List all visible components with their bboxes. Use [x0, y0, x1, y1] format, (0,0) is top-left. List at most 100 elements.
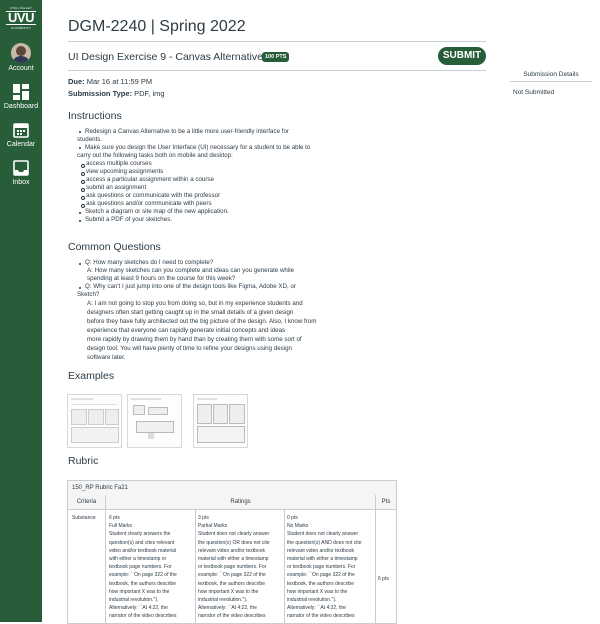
example-image-thumbnail[interactable]: [67, 394, 122, 448]
rating-desc-line: example: ``On page 322 of the: [198, 572, 266, 579]
question-text: Q: How many sketches do I need to comple…: [85, 259, 214, 266]
instructions-item-cont: students.: [77, 136, 103, 143]
rating-desc-line: textbook page numbers. For: [109, 564, 172, 571]
submission-type-value: PDF, img: [134, 89, 165, 98]
instructions-item: Redesign a Canvas Alternative to be a li…: [77, 128, 289, 136]
due-date-row: Due: Mar 16 at 11:59 PM: [68, 77, 152, 86]
instructions-subitem: ask questions or communicate with the pr…: [86, 192, 221, 199]
bullet-dot: [79, 287, 81, 289]
logo-bottom-text: UNIVERSITY: [10, 26, 31, 30]
rating-desc-line: or textbook page numbers. For: [287, 564, 356, 571]
submission-status: Not Submitted: [513, 89, 555, 96]
bullet-dot: [79, 263, 81, 265]
common-questions-heading: Common Questions: [68, 241, 161, 253]
rating-desc-line: Alternatively: ``At 4:22, the: [109, 605, 168, 612]
instructions-item: Make sure you design the User Interface …: [85, 144, 311, 151]
rubric-name: 150_RP Rubric Fa21: [68, 481, 396, 496]
rating-title: No Marks: [287, 523, 309, 530]
examples-heading: Examples: [68, 370, 115, 382]
bullet-dot: [79, 147, 81, 149]
criterion-points: 6 pts: [378, 576, 389, 582]
example-image-thumbnail[interactable]: [127, 394, 182, 448]
rating-desc-line: textbook, the authors describe: [198, 580, 265, 587]
instructions-heading: Instructions: [68, 110, 122, 122]
rating-desc-line: how important X was to the: [109, 588, 170, 595]
course-title: DGM-2240 | Spring 2022: [68, 18, 246, 35]
example-image-thumbnail[interactable]: [193, 394, 248, 448]
title-divider: [68, 70, 486, 71]
bullet-dot: [81, 180, 85, 184]
rating-desc-line: industrial revolution.'').: [287, 597, 337, 604]
rating-points: 6 pts: [109, 515, 120, 521]
instructions-item-cont: carry out the following tasks both on mo…: [77, 152, 233, 159]
rating-title: Partial Marks: [198, 523, 228, 530]
assignment-title: UI Design Exercise 9 - Canvas Alternativ…: [68, 51, 263, 63]
logo-main-text: UVU: [6, 11, 36, 25]
rating-desc-line: how important X was to the: [287, 588, 348, 595]
nav-dashboard[interactable]: Dashboard: [0, 83, 42, 110]
submission-type-label: Submission Type:: [68, 89, 133, 98]
rating-title: Full Marks: [109, 523, 133, 530]
nav-inbox[interactable]: Inbox: [0, 159, 42, 186]
inbox-icon: [13, 160, 29, 176]
submit-button[interactable]: SUBMIT: [438, 47, 486, 65]
due-label: Due:: [68, 77, 85, 86]
answer-text: A: I am not going to stop you from doing…: [87, 300, 303, 307]
column-divider: [284, 509, 285, 623]
rating-desc-line: textbook, the authors describe: [109, 580, 176, 587]
rating-desc-line: material with either a timestamp: [198, 556, 269, 563]
global-nav-sidebar: UTAH VALLEY UVU UNIVERSITY Account Dashb…: [0, 0, 42, 622]
bullet-dot: [81, 188, 85, 192]
nav-dashboard-label: Dashboard: [3, 103, 39, 110]
answer-text: A: How many sketches can you complete an…: [87, 267, 295, 274]
rating-desc-line: with either a timestamp or: [109, 556, 167, 563]
avatar: [11, 43, 31, 63]
nav-account-label: Account: [8, 65, 34, 72]
instructions-subitem: access multiple courses: [86, 160, 152, 167]
criterion-name: Substance: [72, 515, 96, 521]
rating-desc-line: relevant video and/or textbook: [287, 547, 354, 554]
column-divider: [375, 509, 376, 623]
answer-text: before they have fully architected out t…: [87, 318, 317, 325]
rating-desc-line: Student does not clearly answer: [287, 531, 359, 538]
question-text: Q: Why can't I just jump into one of the…: [85, 283, 296, 290]
rating-full-marks: 6 pts Full Marks Student clearly answers…: [109, 514, 193, 621]
column-header-criteria: Criteria: [68, 495, 106, 510]
rating-desc-line: narrator of the video describes: [198, 613, 266, 620]
instructions-line: Redesign a Canvas Alternative to be a li…: [85, 128, 289, 135]
rating-desc-line: material with either a timestamp: [287, 556, 358, 563]
rating-desc-line: how important X was to the: [198, 588, 259, 595]
instructions-subitem: submit an assignment: [86, 184, 147, 191]
column-divider: [105, 509, 106, 623]
calendar-icon: [13, 123, 29, 138]
uvu-logo[interactable]: UTAH VALLEY UVU UNIVERSITY: [6, 6, 36, 30]
answer-text: design tool. You will have plenty of tim…: [87, 345, 293, 352]
rating-desc-line: Alternatively: ``At 4:22, the: [198, 605, 257, 612]
answer-text: experience that everyone can rapidly gen…: [87, 327, 286, 334]
rating-desc-line: Student does not clearly answer: [198, 531, 270, 538]
rating-no-marks: 0 pts No Marks Student does not clearly …: [287, 514, 373, 621]
due-value: Mar 16 at 11:59 PM: [86, 77, 153, 86]
rating-desc-line: or textbook page numbers. For: [198, 564, 267, 571]
bullet-dot: [79, 212, 81, 214]
rubric-name-text: 150_RP Rubric Fa21: [72, 485, 128, 491]
nav-account[interactable]: Account: [0, 43, 42, 72]
instructions-item: Sketch a diagram or site map of the new …: [85, 208, 229, 215]
points-badge: 100 PTS: [262, 52, 290, 62]
bullet-dot: [79, 220, 81, 222]
bullet-dot: [81, 196, 85, 200]
submission-details-title: Submission Details: [510, 71, 592, 82]
rubric-table: 150_RP Rubric Fa21 Criteria Ratings Pts …: [67, 480, 397, 624]
rating-desc-line: example: ``On page 322 of the: [109, 572, 177, 579]
rating-desc-line: video and/or textbook material: [109, 547, 176, 554]
rubric-heading: Rubric: [68, 455, 99, 467]
answer-text: software later.: [87, 354, 126, 361]
rating-desc-line: the question(s) OR does not cite: [198, 539, 270, 546]
rating-desc-line: relevant video and/or textbook: [198, 547, 265, 554]
instructions-subitem: access a particular assignment within a …: [86, 176, 214, 183]
rating-desc-line: question(s) and cites relevant: [109, 539, 175, 546]
bullet-dot: [81, 164, 85, 168]
answer-text: spending at least 9 hours on the course …: [87, 275, 236, 282]
nav-calendar[interactable]: Calendar: [0, 121, 42, 148]
rating-desc-line: example: ``On page 322 of the: [287, 572, 355, 579]
